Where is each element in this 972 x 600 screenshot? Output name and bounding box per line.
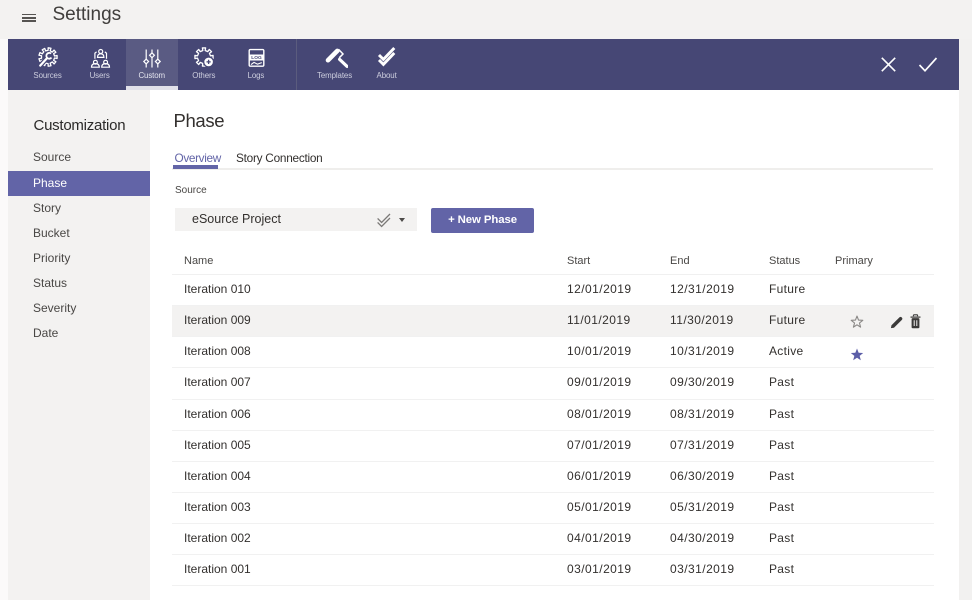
- svg-text:LOG: LOG: [251, 55, 262, 61]
